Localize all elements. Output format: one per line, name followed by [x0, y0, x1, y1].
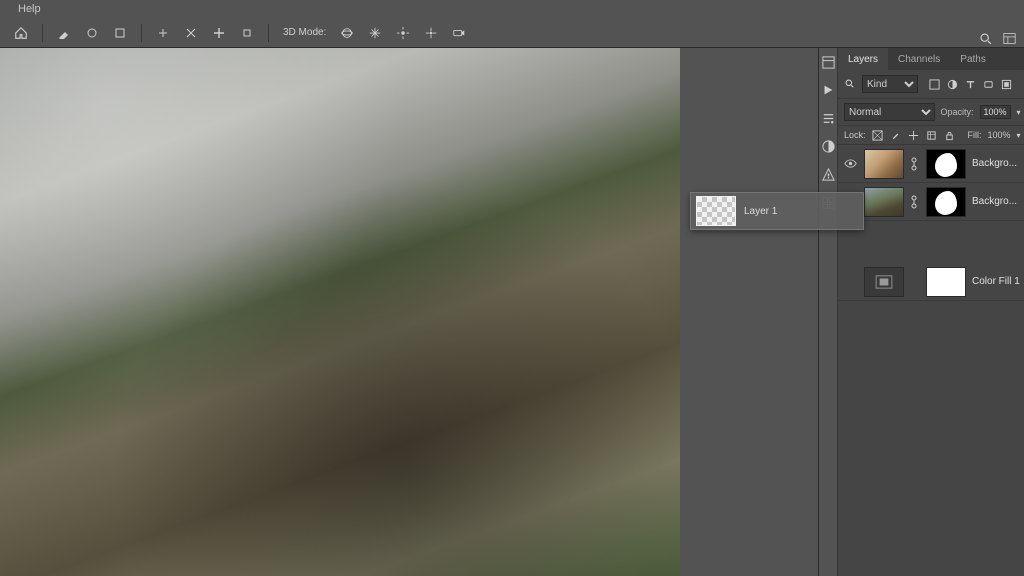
pan-icon[interactable]	[368, 26, 382, 40]
tab-layers[interactable]: Layers	[838, 48, 888, 70]
separator	[268, 24, 269, 42]
search-icon[interactable]	[978, 31, 992, 45]
window-controls	[978, 31, 1016, 45]
workspace: Layers Channels Paths Kind Normal Opacit…	[0, 48, 1024, 576]
tool-icon[interactable]	[212, 26, 226, 40]
lock-all-icon[interactable]	[944, 129, 956, 141]
layer-row[interactable]: Color Fill 1	[838, 263, 1024, 301]
layers-panel: Layers Channels Paths Kind Normal Opacit…	[838, 48, 1024, 576]
target-icon[interactable]	[424, 26, 438, 40]
dragging-layer-row[interactable]: Layer 1	[690, 192, 864, 230]
layers-list: Backgro... Backgro... Color Fill 1	[838, 145, 1024, 576]
layer-name: Layer 1	[744, 206, 777, 217]
panel-tab-bar: Layers Channels Paths	[838, 48, 1024, 70]
mode-label: 3D Mode:	[283, 27, 326, 38]
filter-type-icons	[928, 78, 1012, 90]
chevron-down-icon[interactable]: ▾	[1017, 108, 1021, 117]
tool-icon[interactable]	[85, 26, 99, 40]
adjustments-icon[interactable]	[819, 138, 837, 154]
layer-name[interactable]: Backgro...	[972, 158, 1023, 169]
tool-icon[interactable]	[184, 26, 198, 40]
filter-shape-icon[interactable]	[982, 78, 994, 90]
fill-value[interactable]: 100%	[988, 130, 1011, 140]
filter-smart-icon[interactable]	[1000, 78, 1012, 90]
history-icon[interactable]	[819, 54, 837, 70]
home-icon[interactable]	[14, 26, 28, 40]
link-icon	[910, 157, 920, 171]
lock-label: Lock:	[844, 130, 866, 140]
tab-channels[interactable]: Channels	[888, 48, 950, 70]
opacity-value[interactable]: 100%	[980, 105, 1011, 119]
layer-thumb	[696, 196, 736, 226]
lock-position-icon[interactable]	[908, 129, 920, 141]
blend-mode-select[interactable]: Normal	[844, 103, 935, 121]
kind-select[interactable]: Kind	[862, 75, 918, 93]
layer-row[interactable]: Backgro...	[838, 145, 1024, 183]
mask-thumb[interactable]	[926, 149, 966, 179]
info-icon[interactable]	[819, 166, 837, 182]
tool-icon[interactable]	[240, 26, 254, 40]
chevron-down-icon[interactable]: ▾	[1017, 131, 1021, 140]
tab-paths[interactable]: Paths	[950, 48, 996, 70]
fill-label: Fill:	[968, 130, 982, 140]
separator	[141, 24, 142, 42]
tool-icon[interactable]	[113, 26, 127, 40]
lock-transparency-icon[interactable]	[872, 129, 884, 141]
mask-thumb[interactable]	[926, 187, 966, 217]
collapsed-panel-strip	[819, 48, 838, 576]
search-icon[interactable]	[844, 78, 856, 90]
lock-artboard-icon[interactable]	[926, 129, 938, 141]
dolly-icon[interactable]	[396, 26, 410, 40]
filter-pixel-icon[interactable]	[928, 78, 940, 90]
menu-help[interactable]: Help	[18, 3, 41, 15]
play-icon[interactable]	[819, 82, 837, 98]
fill-thumb[interactable]	[864, 267, 904, 297]
filter-type-icon[interactable]	[964, 78, 976, 90]
lock-fill-row: Lock: Fill: 100% ▾	[838, 126, 1024, 145]
layer-filter-row: Kind	[838, 70, 1024, 99]
opacity-label: Opacity:	[941, 107, 974, 117]
layer-thumb[interactable]	[864, 149, 904, 179]
mask-thumb[interactable]	[926, 267, 966, 297]
filter-adjust-icon[interactable]	[946, 78, 958, 90]
layer-name[interactable]: Color Fill 1	[972, 276, 1023, 287]
arrange-icon[interactable]	[1002, 31, 1016, 45]
properties-icon[interactable]	[819, 110, 837, 126]
layer-thumb[interactable]	[864, 187, 904, 217]
drop-gap	[838, 221, 1024, 263]
lock-paint-icon[interactable]	[890, 129, 902, 141]
tool-icon[interactable]	[156, 26, 170, 40]
canvas-area[interactable]	[0, 48, 818, 576]
document-canvas[interactable]	[0, 48, 680, 576]
tool-icon[interactable]	[57, 26, 71, 40]
blend-opacity-row: Normal Opacity: 100% ▾	[838, 99, 1024, 126]
layer-name[interactable]: Backgro...	[972, 196, 1023, 207]
visibility-icon[interactable]	[842, 157, 858, 170]
separator	[42, 24, 43, 42]
link-icon	[910, 195, 920, 209]
camera-icon[interactable]	[452, 26, 466, 40]
menu-bar: Help	[0, 0, 1024, 18]
orbit-icon[interactable]	[340, 26, 354, 40]
options-bar: 3D Mode:	[0, 18, 1024, 48]
layer-row[interactable]: Backgro...	[838, 183, 1024, 221]
right-rail: Layers Channels Paths Kind Normal Opacit…	[818, 48, 1024, 576]
